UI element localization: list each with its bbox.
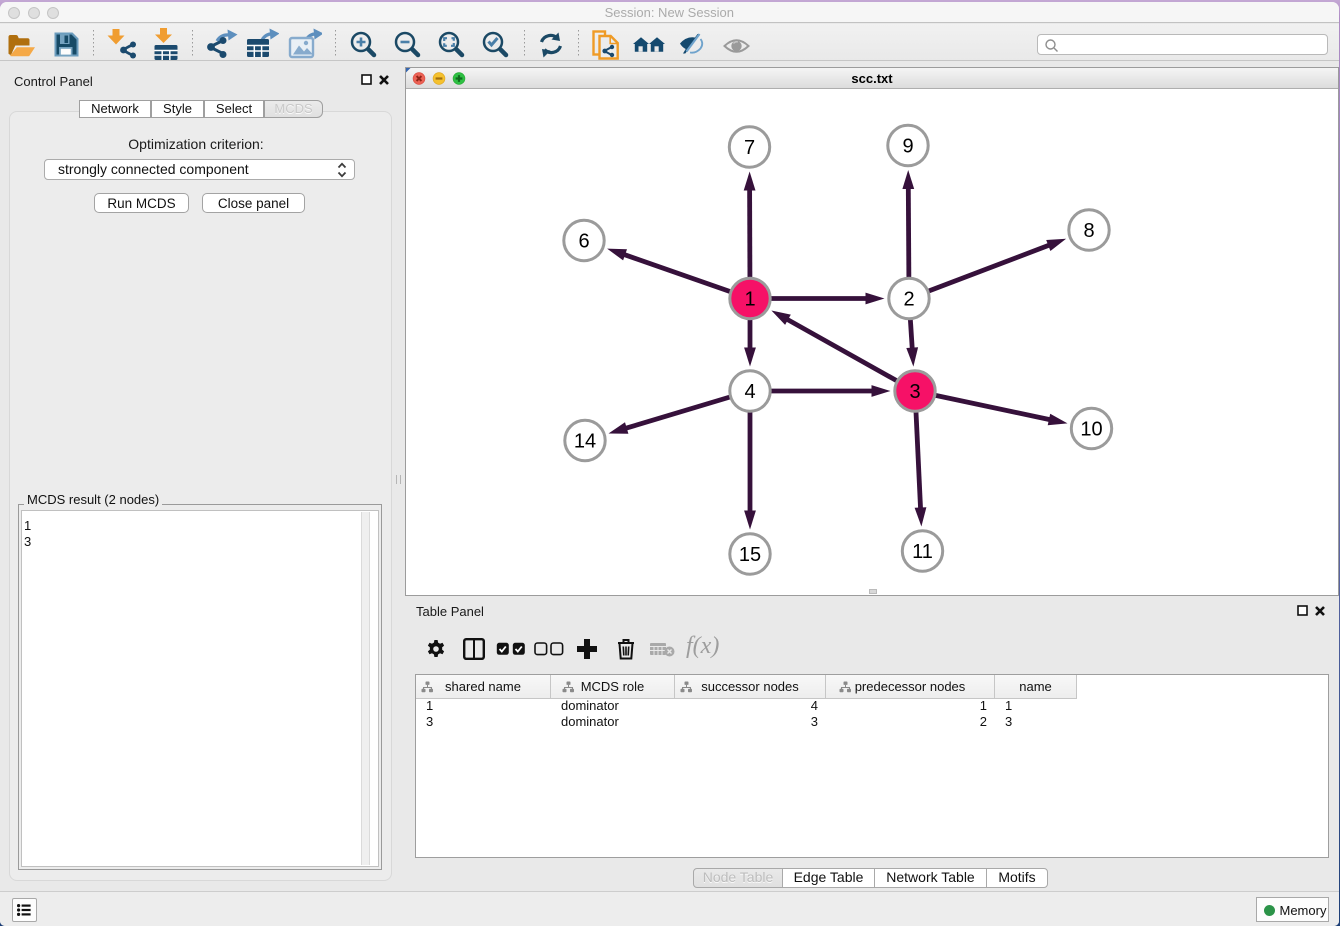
svg-text:7: 7	[744, 137, 755, 159]
svg-text:3: 3	[909, 381, 920, 403]
svg-text:1: 1	[744, 288, 755, 310]
svg-text:8: 8	[1083, 220, 1094, 242]
svg-text:9: 9	[902, 135, 913, 157]
svg-text:15: 15	[739, 544, 761, 566]
svg-text:4: 4	[744, 381, 755, 403]
svg-text:6: 6	[578, 230, 589, 252]
svg-text:10: 10	[1080, 418, 1102, 440]
svg-text:14: 14	[574, 430, 596, 452]
svg-text:2: 2	[903, 288, 914, 310]
svg-text:11: 11	[912, 541, 933, 563]
